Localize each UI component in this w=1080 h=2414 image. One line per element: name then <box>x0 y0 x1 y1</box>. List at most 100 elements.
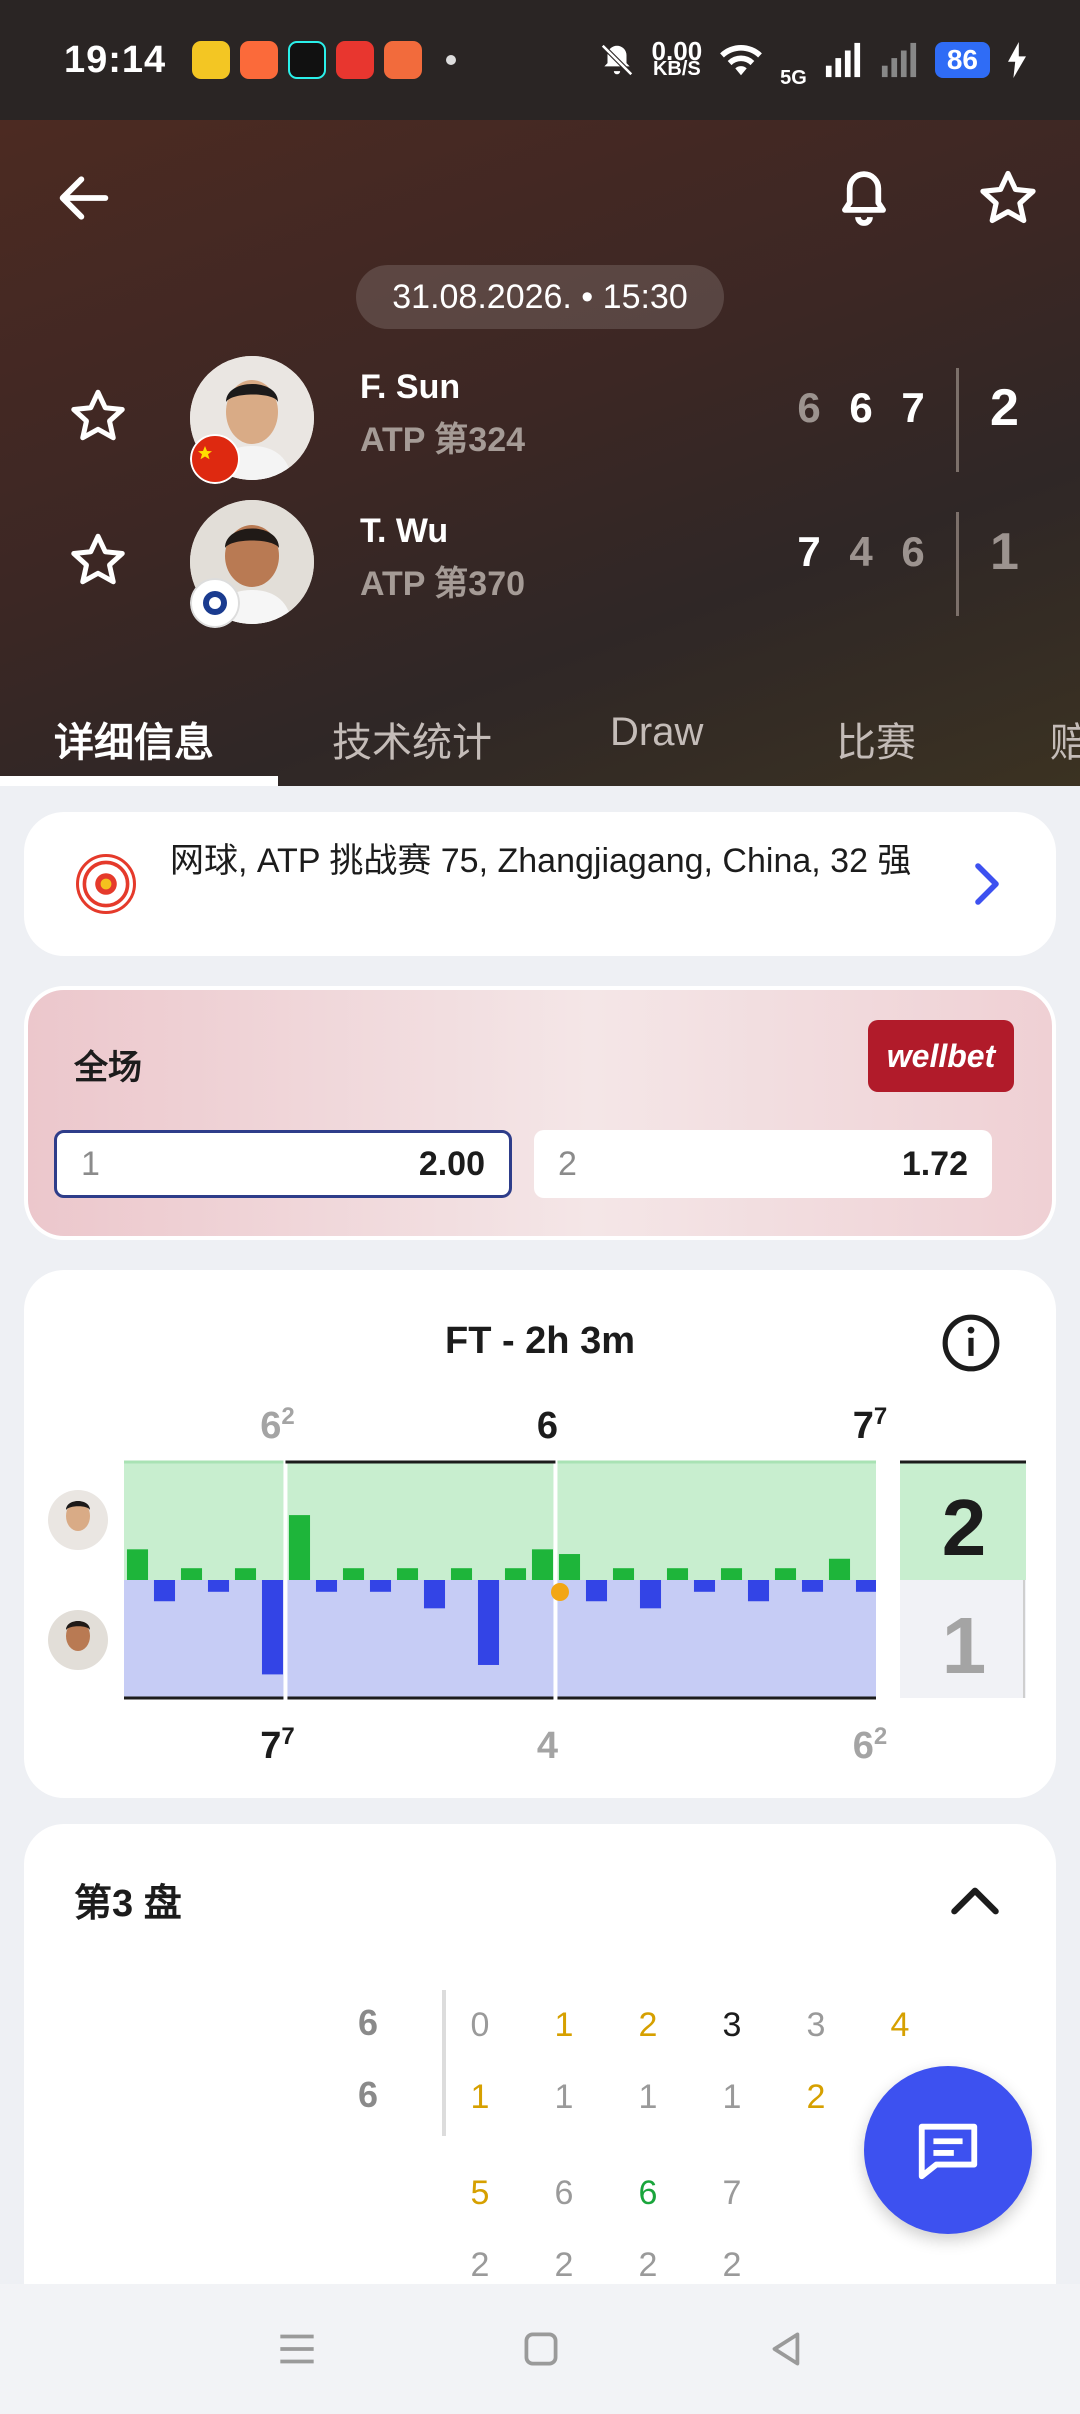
tiktok-app-icon <box>288 41 327 79</box>
momentum-bar <box>396 1568 419 1580</box>
odds-value: 2.00 <box>418 1144 485 1183</box>
momentum-bar <box>126 1549 149 1580</box>
momentum-bar <box>207 1580 230 1592</box>
game-score: 2 <box>638 2246 658 2284</box>
system-nav-bar <box>0 2284 1080 2414</box>
player-1-mini-avatar <box>48 1490 108 1550</box>
momentum-card: FT - 2h 3m 62 77 6 4 77 62 2 1 <box>24 1270 1056 1798</box>
momentum-bar <box>612 1568 635 1580</box>
network-type: 5G <box>780 66 807 89</box>
home-icon[interactable] <box>516 2324 566 2374</box>
player-2-rank: ATP 第370 <box>360 565 526 603</box>
game-score: 1 <box>554 2078 574 2116</box>
odds-option-2[interactable]: 2 1.72 <box>534 1130 992 1198</box>
back-arrow-icon <box>59 176 109 220</box>
momentum-bar <box>801 1580 824 1592</box>
tab-statistics[interactable]: 技术统计 <box>332 710 492 768</box>
menu-icon[interactable] <box>272 2324 322 2374</box>
wifi-icon <box>720 45 763 76</box>
player-2-total: 1 <box>942 1601 987 1690</box>
bookmaker-logo[interactable]: wellbet <box>868 1020 1014 1092</box>
momentum-bar <box>234 1568 257 1580</box>
score-divider <box>956 368 959 472</box>
momentum-bar <box>855 1580 878 1592</box>
tab-details[interactable]: 详细信息 <box>54 710 214 768</box>
notification-button[interactable] <box>824 158 904 238</box>
game-score: 2 <box>470 2246 490 2284</box>
set-label-top: 77 <box>853 1403 888 1447</box>
player-1-set-scores: 6 6 7 <box>796 384 926 432</box>
back-nav-icon[interactable] <box>762 2324 812 2374</box>
player-1-name: F. Sun <box>360 368 461 406</box>
favorite-match-button[interactable] <box>968 158 1048 238</box>
game-score: 6 <box>638 2174 658 2212</box>
game-score: 3 <box>806 2006 826 2044</box>
game-score: 1 <box>638 2078 658 2116</box>
tab-bar: 详细信息 技术统计 Draw 比赛 赔 <box>0 680 1080 786</box>
chat-button[interactable] <box>864 2066 1032 2234</box>
tab-odds[interactable]: 赔 <box>1050 710 1080 768</box>
player-row-2[interactable]: T. Wu ATP 第370 7 4 6 1 <box>0 500 1080 630</box>
odds-label: 1 <box>81 1144 100 1183</box>
set-label-bottom: 62 <box>853 1723 888 1767</box>
tab-matches[interactable]: 比赛 <box>836 710 916 768</box>
tournament-card[interactable]: 网球, ATP 挑战赛 75, Zhangjiagang, China, 32 … <box>24 812 1056 956</box>
odds-option-1[interactable]: 1 2.00 <box>54 1130 512 1198</box>
video-app-icon <box>240 41 279 79</box>
player-2-sets-won: 1 <box>990 523 1019 581</box>
momentum-bar <box>342 1568 365 1580</box>
set-score: 6 <box>901 528 925 575</box>
game-score: 4 <box>890 2006 910 2044</box>
chevron-right-icon <box>975 863 999 905</box>
game-score: 5 <box>470 2174 490 2212</box>
momentum-bar <box>288 1515 311 1580</box>
momentum-bar <box>153 1580 176 1602</box>
momentum-bar <box>450 1568 473 1580</box>
player-row-1[interactable]: F. Sun ATP 第324 6 6 7 2 <box>0 356 1080 486</box>
momentum-bar <box>585 1580 608 1602</box>
back-button[interactable] <box>44 158 124 238</box>
chevron-up-icon[interactable] <box>944 1870 1006 1932</box>
set-score: 4 <box>849 528 873 575</box>
game-score: 0 <box>470 2006 490 2044</box>
odds-value: 1.72 <box>901 1144 968 1183</box>
set-label-top: 6 <box>537 1405 558 1447</box>
momentum-bar <box>693 1580 716 1592</box>
momentum-bar <box>477 1580 500 1665</box>
star-icon <box>980 170 1036 224</box>
net-speed: 0.00 KB/S <box>651 36 703 80</box>
set-title: 第3 盘 <box>74 1883 182 1925</box>
notification-icons <box>192 41 457 79</box>
game-score: 2 <box>722 2246 742 2284</box>
game-score: 3 <box>722 2006 742 2044</box>
player-1-total: 2 <box>942 1483 987 1572</box>
chinese-taipei-flag-icon <box>190 578 240 628</box>
momentum-bar <box>828 1558 851 1580</box>
match-datetime: 31.08.2026. • 15:30 <box>356 265 724 329</box>
odds-card: 全场 wellbet 1 2.00 2 1.72 <box>24 986 1056 1240</box>
set-score: 6 <box>797 384 821 431</box>
momentum-bar <box>315 1580 338 1592</box>
battery-level: 86 <box>934 42 990 78</box>
favorite-player-2-button[interactable] <box>68 530 128 595</box>
momentum-bar <box>639 1580 662 1609</box>
set-score-player-1: 6 <box>358 2002 379 2043</box>
game-score: 1 <box>470 2078 490 2116</box>
favorite-player-1-button[interactable] <box>68 386 128 451</box>
set-label-bottom: 4 <box>537 1725 558 1767</box>
tab-draw[interactable]: Draw <box>610 710 703 755</box>
weibo-app-icon <box>192 41 231 79</box>
momentum-bar <box>369 1580 392 1592</box>
momentum-bar <box>774 1568 797 1580</box>
odds-market-title: 全场 <box>74 1049 142 1087</box>
mute-bell-icon <box>600 44 633 76</box>
game-score: 6 <box>554 2174 574 2212</box>
game-app-icon <box>384 41 423 79</box>
player-1-sets-won: 2 <box>990 379 1019 437</box>
set-score-player-2: 6 <box>358 2074 379 2115</box>
set-score: 7 <box>797 528 821 575</box>
china-flag-icon <box>190 434 240 484</box>
active-tab-indicator <box>0 776 278 786</box>
game-score: 1 <box>722 2078 742 2116</box>
tennis-ball-icon <box>551 1583 569 1601</box>
